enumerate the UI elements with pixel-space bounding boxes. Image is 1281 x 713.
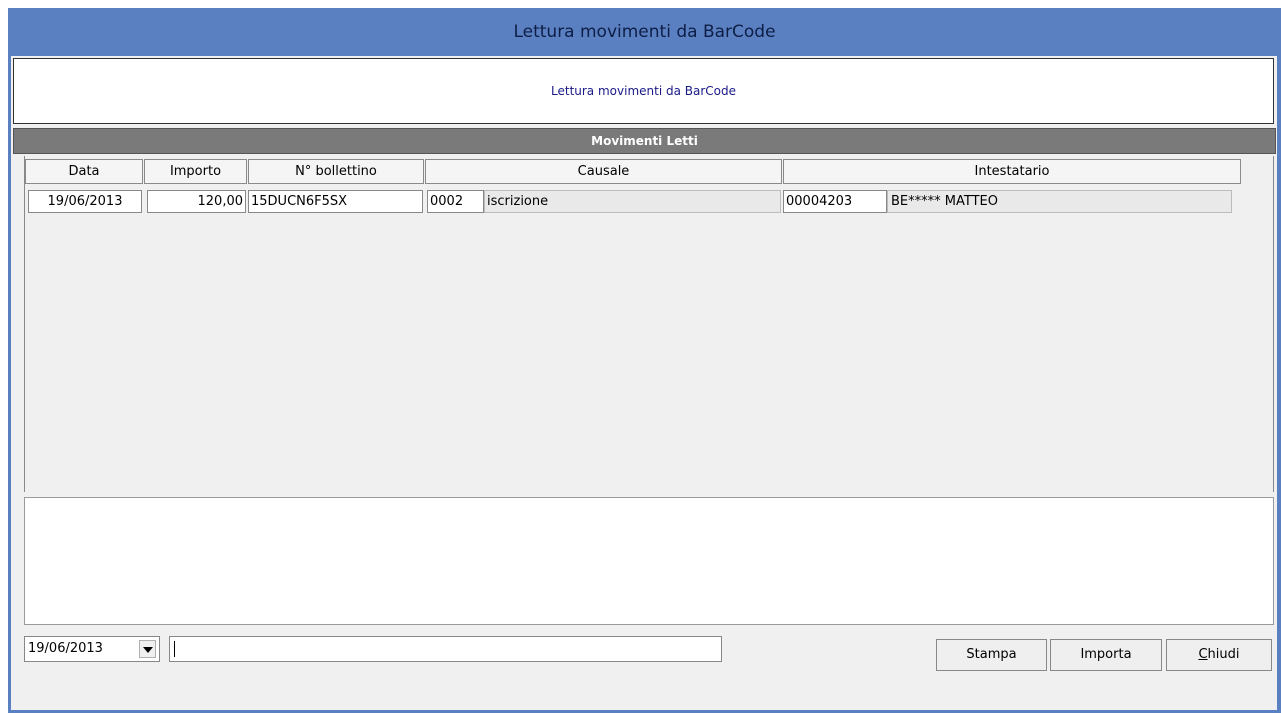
- column-header-data[interactable]: Data: [25, 159, 143, 184]
- main-window: Lettura movimenti da BarCode Lettura mov…: [8, 8, 1281, 713]
- movements-grid: Data Importo N° bollettino Causale Intes…: [24, 156, 1274, 492]
- window-title: Lettura movimenti da BarCode: [513, 22, 776, 42]
- section-title: Movimenti Letti: [13, 128, 1276, 154]
- column-header-intestatario[interactable]: Intestatario: [783, 159, 1241, 184]
- cell-data[interactable]: 19/06/2013: [28, 190, 142, 213]
- barcode-input[interactable]: [169, 636, 722, 662]
- cell-causale-description: iscrizione: [484, 190, 781, 213]
- column-header-causale[interactable]: Causale: [425, 159, 782, 184]
- text-caret: [174, 641, 175, 657]
- date-dropdown[interactable]: 19/06/2013: [24, 636, 160, 662]
- cell-bollettino[interactable]: 15DUCN6F5SX: [248, 190, 423, 213]
- cell-intestatario-code[interactable]: 00004203: [783, 190, 887, 213]
- cell-causale-code[interactable]: 0002: [427, 190, 484, 213]
- stampa-button[interactable]: Stampa: [936, 639, 1047, 671]
- header-panel: Lettura movimenti da BarCode: [13, 58, 1274, 124]
- chevron-down-icon[interactable]: [139, 640, 156, 658]
- column-header-importo[interactable]: Importo: [144, 159, 247, 184]
- notes-area[interactable]: [24, 497, 1274, 625]
- window-client: Lettura movimenti da BarCode Movimenti L…: [11, 56, 1277, 710]
- cell-intestatario-name: BE***** MATTEO: [887, 190, 1232, 213]
- cell-importo[interactable]: 120,00: [147, 190, 246, 213]
- chiudi-label-rest: hiudi: [1207, 647, 1240, 662]
- date-dropdown-value: 19/06/2013: [28, 641, 103, 656]
- column-header-bollettino[interactable]: N° bollettino: [248, 159, 424, 184]
- importa-button[interactable]: Importa: [1050, 639, 1162, 671]
- chiudi-button[interactable]: Chiudi: [1166, 639, 1272, 671]
- chiudi-accelerator: C: [1198, 647, 1208, 662]
